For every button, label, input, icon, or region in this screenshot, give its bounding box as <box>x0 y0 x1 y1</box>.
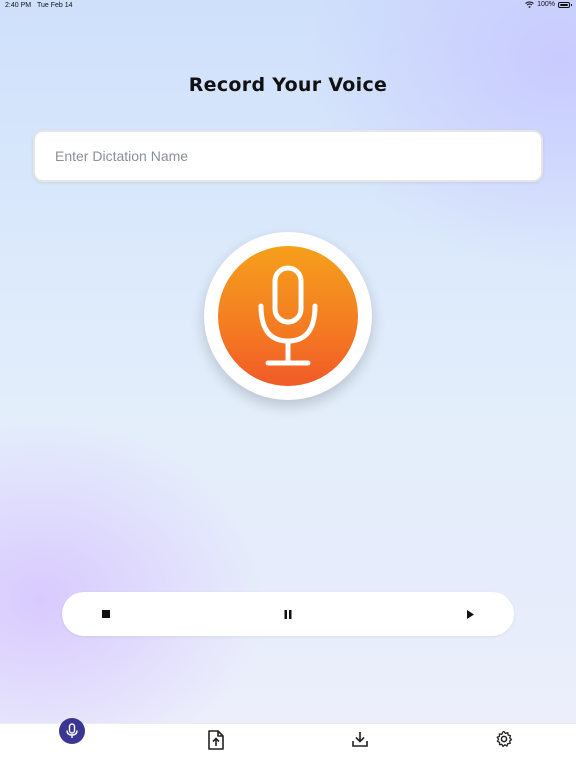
tab-record-active-indicator <box>59 718 85 744</box>
download-icon <box>352 732 368 747</box>
battery-percent: 100% <box>537 1 555 8</box>
tab-download[interactable] <box>330 724 390 768</box>
upload-file-icon <box>208 730 224 750</box>
battery-icon <box>558 1 572 8</box>
gear-icon <box>496 730 513 748</box>
tab-download-icon-wrap <box>351 730 369 752</box>
play-icon <box>467 609 474 619</box>
tab-settings[interactable] <box>474 724 534 768</box>
tab-upload[interactable] <box>186 724 246 768</box>
status-date: Tue Feb 14 <box>37 2 73 9</box>
wifi-icon <box>525 1 534 8</box>
page-title: Record Your Voice <box>188 74 388 96</box>
stop-icon <box>102 610 110 618</box>
play-button[interactable] <box>460 604 480 624</box>
record-button[interactable] <box>204 232 372 400</box>
status-time: 2:40 PM <box>5 2 32 9</box>
tab-upload-icon-wrap <box>207 730 225 754</box>
tab-settings-icon-wrap <box>495 730 513 752</box>
status-bar: 2:40 PM Tue Feb 14 100% <box>0 0 576 12</box>
pause-icon <box>284 609 292 619</box>
stop-button[interactable] <box>96 604 116 624</box>
pause-button[interactable] <box>278 604 298 624</box>
playback-controls <box>62 592 514 636</box>
microphone-icon <box>66 723 78 738</box>
tab-record[interactable] <box>42 718 102 768</box>
dictation-name-input[interactable] <box>33 130 543 182</box>
status-indicators: 100% <box>525 1 572 8</box>
microphone-icon <box>258 265 318 366</box>
record-button-core <box>218 246 358 386</box>
tab-bar <box>0 718 576 768</box>
